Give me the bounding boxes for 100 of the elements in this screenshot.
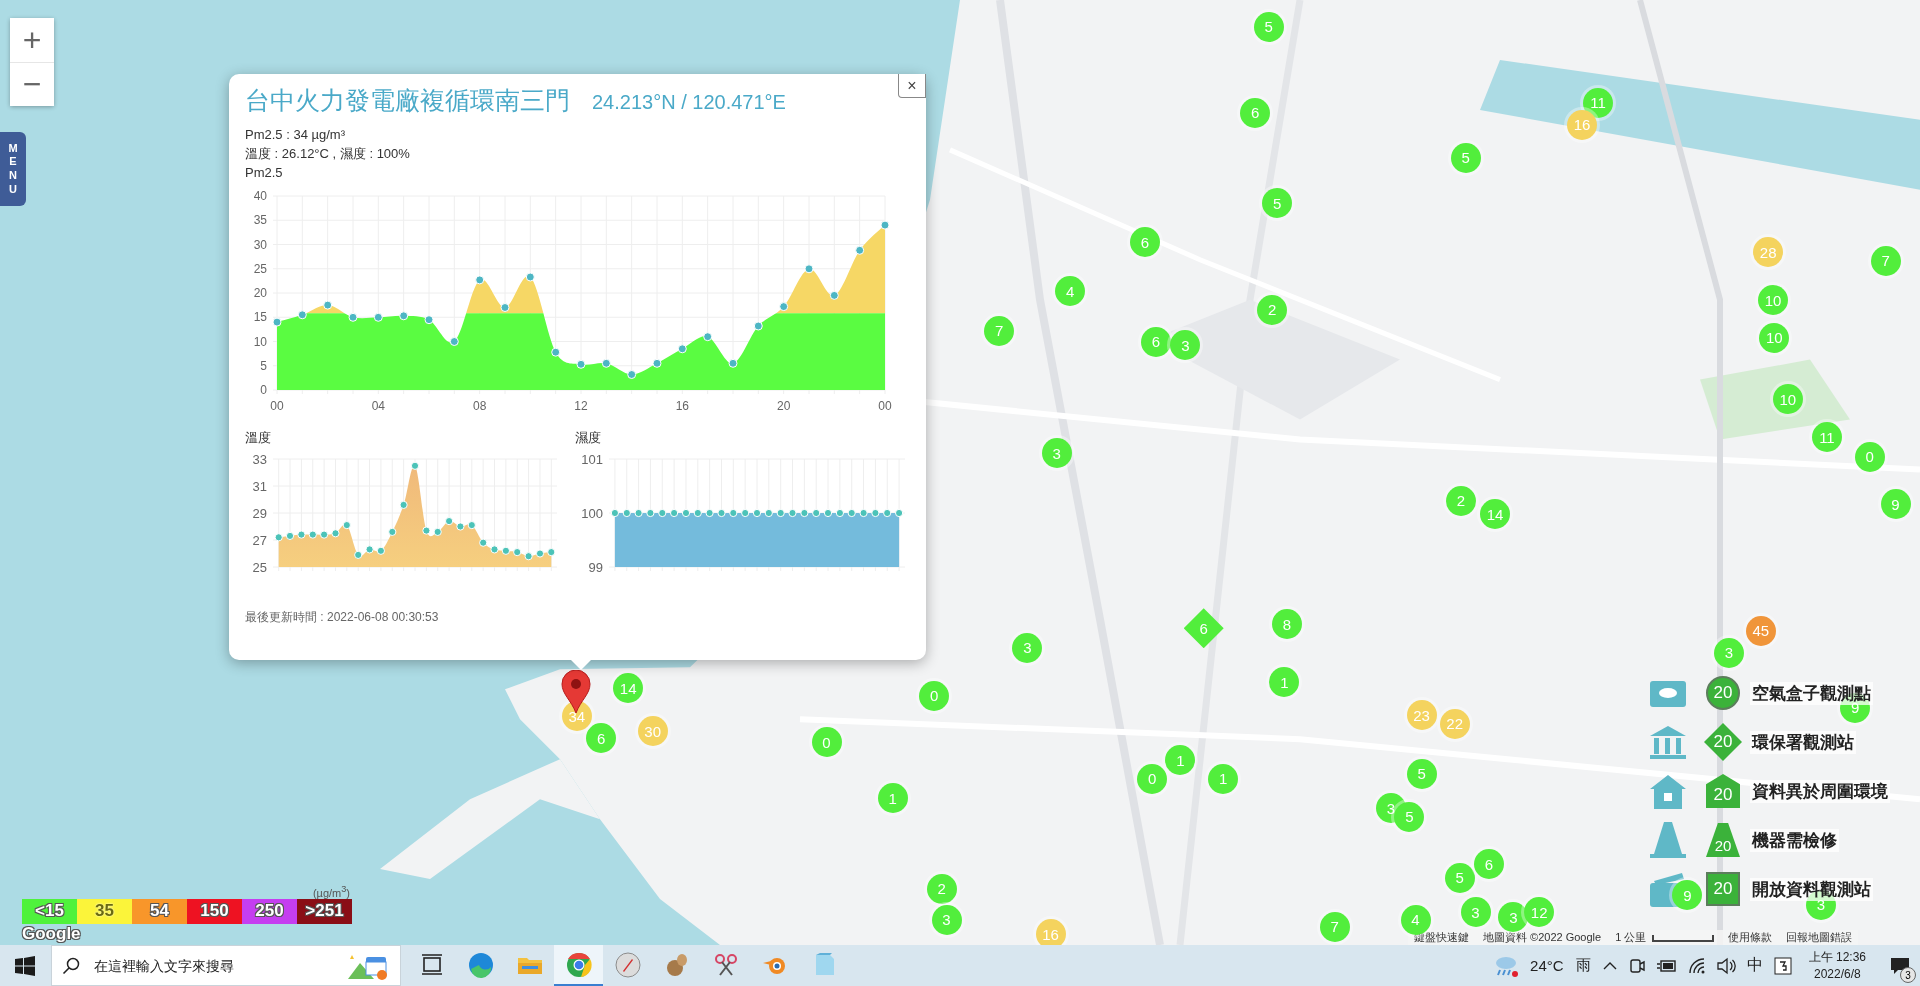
data-point	[576, 359, 586, 369]
data-point	[717, 508, 726, 518]
data-point	[424, 315, 434, 325]
data-point	[693, 508, 702, 518]
scale-step: <15	[22, 898, 77, 924]
data-point	[741, 508, 750, 518]
data-point	[524, 552, 533, 561]
input-method-text[interactable]: 中	[1746, 955, 1763, 976]
scale-bar-icon	[1652, 934, 1715, 943]
data-point	[610, 508, 619, 518]
station-title: 台中火力發電廠複循環南三門	[245, 85, 570, 116]
data-point	[373, 312, 383, 322]
chart-title: Pm2.5	[245, 164, 284, 182]
search-field[interactable]: 在這裡輸入文字來搜尋	[51, 945, 401, 986]
axis-label: 5	[260, 358, 267, 373]
axis-label: 101	[581, 452, 603, 467]
data-point	[479, 538, 488, 547]
data-point	[627, 370, 637, 379]
scale-label: 1 公里	[1615, 930, 1715, 945]
data-point	[500, 303, 510, 312]
data-point	[728, 358, 738, 368]
legend-label: 環保署觀測站	[1750, 730, 1856, 754]
axis-label: 08	[473, 399, 487, 413]
clock-date[interactable]: 2022/6/8	[1813, 965, 1861, 983]
data-point	[399, 311, 409, 321]
data-point	[320, 530, 329, 539]
axis-label: 31	[252, 479, 267, 494]
legend-label: 空氣盒子觀測點	[1750, 681, 1873, 705]
temperature-text: 24°C	[1530, 957, 1564, 974]
menu-tab[interactable]: MENU	[0, 132, 26, 206]
data-point	[835, 508, 844, 518]
search-field[interactable]: 在這裡輸入文字來搜尋	[92, 956, 348, 975]
map-pin-icon[interactable]	[561, 670, 591, 714]
taskbar-app[interactable]	[554, 945, 603, 986]
data-point	[871, 508, 880, 518]
axis-label: 20	[777, 399, 791, 413]
wifi-icon[interactable]	[1687, 956, 1706, 975]
update-time: 最後更新時間 : 2022-06-08 00:30:53	[245, 609, 440, 626]
data-point	[646, 508, 655, 518]
data-point	[652, 358, 662, 368]
compass-icon	[613, 950, 642, 979]
input-mode-icon[interactable]	[1773, 956, 1792, 975]
camera-icon[interactable]	[1627, 956, 1646, 975]
battery-icon[interactable]	[1655, 957, 1678, 974]
cone-icon	[1648, 820, 1688, 860]
axis-label: 0	[260, 383, 267, 397]
data-point	[449, 337, 459, 346]
axis-label: 33	[252, 452, 267, 467]
reading-text: Pm2.5 : 34 µg/m³	[245, 126, 346, 144]
data-point	[422, 526, 431, 535]
data-point	[622, 508, 631, 518]
data-point	[354, 550, 363, 559]
data-point	[490, 545, 499, 554]
data-point	[445, 517, 454, 526]
windows-icon[interactable]	[15, 955, 35, 976]
clock-time[interactable]: 上午 12:36	[1808, 948, 1866, 966]
data-point	[297, 530, 306, 539]
data-point	[764, 508, 773, 518]
data-point	[847, 508, 856, 518]
station-marker: 20	[1706, 872, 1740, 906]
data-point	[776, 508, 785, 518]
data-point	[467, 521, 476, 530]
axis-label: 29	[252, 506, 267, 521]
data-point	[475, 275, 485, 285]
data-point	[800, 508, 809, 518]
attribution-link[interactable]: 回報地圖錯誤	[1786, 930, 1853, 945]
axis-label: 30	[253, 237, 267, 252]
scale-step: 150	[187, 898, 242, 924]
attribution-link[interactable]: 使用條款	[1728, 930, 1773, 945]
data-point	[670, 508, 679, 518]
data-point	[752, 508, 762, 518]
data-point	[456, 522, 465, 531]
axis-label: 12	[574, 399, 588, 413]
data-point	[399, 500, 408, 509]
data-point	[855, 245, 865, 255]
weather-text: 雨	[1575, 956, 1591, 975]
reading-text: 溫度 : 26.12°C , 濕度 : 100%	[245, 145, 411, 163]
axis-label: 16	[675, 399, 689, 413]
data-point	[823, 508, 833, 518]
speaker-icon[interactable]	[1715, 956, 1736, 975]
data-point	[804, 264, 814, 274]
close-button[interactable]: ×	[898, 74, 926, 98]
axis-label: 40	[253, 189, 267, 203]
data-point	[658, 508, 667, 518]
attribution-link[interactable]: 地圖資料 ©2022 Google	[1483, 930, 1602, 945]
zoom-out-button[interactable]: −	[10, 62, 54, 106]
station-coordinates: 24.213°N / 120.471°E	[592, 91, 786, 114]
data-point	[601, 358, 611, 368]
data-point	[829, 290, 839, 300]
zoom-in-button[interactable]: +	[10, 18, 54, 62]
data-point	[880, 220, 890, 230]
scale-step: 54	[132, 898, 187, 924]
data-point	[677, 344, 687, 354]
data-point	[634, 508, 643, 518]
data-point	[272, 317, 282, 327]
data-point	[331, 529, 340, 538]
scale-step: 35	[77, 898, 132, 924]
data-point	[323, 300, 333, 310]
axis-label: 25	[253, 261, 267, 276]
data-point	[501, 546, 510, 555]
